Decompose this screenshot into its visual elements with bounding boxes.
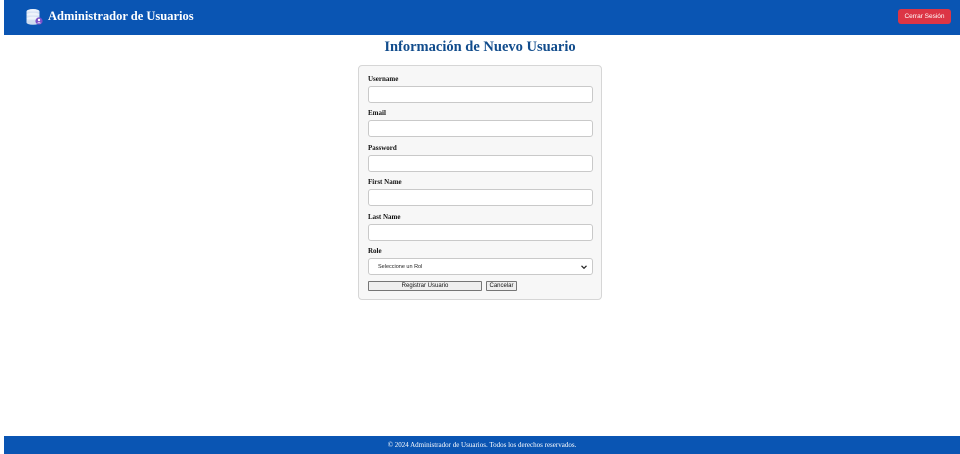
password-label: Password <box>368 144 397 152</box>
password-input[interactable] <box>368 155 593 172</box>
last-name-label: Last Name <box>368 213 401 221</box>
first-name-label: First Name <box>368 178 402 186</box>
logout-button[interactable]: Cerrar Sesión <box>898 9 951 24</box>
role-select[interactable]: Seleccione un Rol <box>368 258 593 275</box>
first-name-input[interactable] <box>368 189 593 206</box>
username-label: Username <box>368 75 399 83</box>
footer-text: © 2024 Administrador de Usuarios. Todos … <box>387 441 577 449</box>
database-user-icon <box>26 9 43 25</box>
app-title: Administrador de Usuarios <box>48 9 194 23</box>
page-title: Información de Nuevo Usuario <box>384 39 576 55</box>
footer: © 2024 Administrador de Usuarios. Todos … <box>4 436 960 454</box>
new-user-form: Username Email Password First Name Last … <box>358 65 602 300</box>
cancel-button[interactable]: Cancelar <box>486 281 517 291</box>
username-input[interactable] <box>368 86 593 103</box>
email-input[interactable] <box>368 120 593 137</box>
role-label: Role <box>368 247 382 255</box>
email-label: Email <box>368 109 386 117</box>
chevron-down-icon <box>581 265 587 270</box>
register-user-button[interactable]: Registrar Usuario <box>368 281 482 291</box>
role-select-value: Seleccione un Rol <box>378 263 423 270</box>
last-name-input[interactable] <box>368 224 593 241</box>
top-header: Administrador de Usuarios Cerrar Sesión <box>4 0 960 35</box>
